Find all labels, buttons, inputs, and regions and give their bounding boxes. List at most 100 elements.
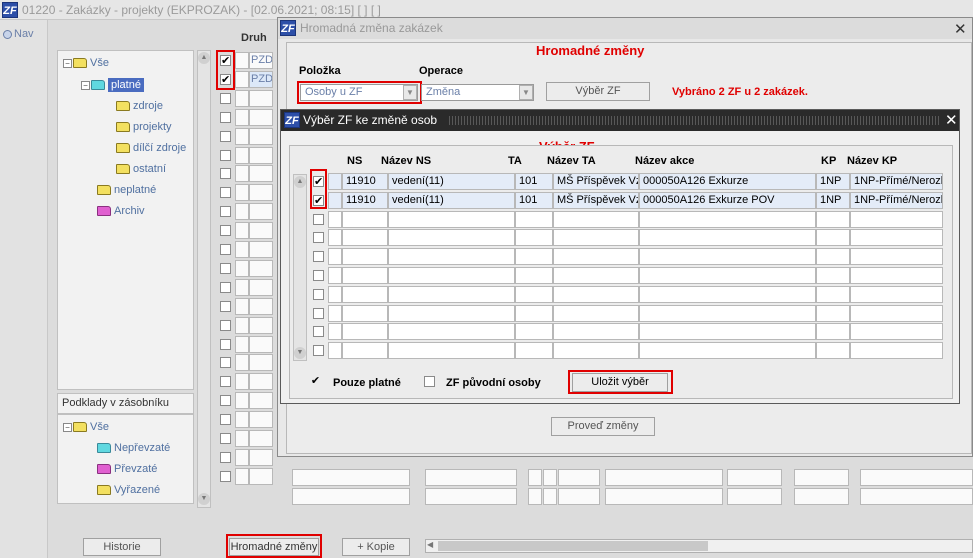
main-grid-row[interactable] [217, 335, 273, 353]
table-row[interactable] [311, 229, 943, 247]
table-row[interactable]: 11910vedení(11)101MŠ Příspěvek Vz000050A… [311, 191, 943, 209]
row-checkbox[interactable] [313, 232, 324, 244]
row-checkbox[interactable] [313, 213, 324, 225]
row-checkbox[interactable] [220, 451, 231, 463]
close-icon[interactable]: ✕ [945, 111, 958, 129]
row-checkbox[interactable] [313, 251, 324, 263]
row-checkbox[interactable] [220, 187, 231, 199]
row-checkbox[interactable] [220, 357, 231, 369]
table-row[interactable] [311, 285, 943, 303]
collapse-icon[interactable]: − [63, 58, 72, 68]
collapse-icon[interactable]: − [81, 80, 90, 90]
row-checkbox[interactable] [220, 319, 231, 331]
stock-item-vse[interactable]: − Vše [63, 421, 109, 433]
main-grid-row[interactable] [217, 127, 273, 145]
horizontal-scrollbar[interactable]: ◀ [425, 539, 973, 553]
row-checkbox[interactable] [313, 345, 324, 357]
close-icon[interactable]: ✕ [954, 20, 967, 38]
nav-label: Nav [14, 28, 34, 40]
row-checkbox[interactable] [220, 395, 231, 407]
highlight-hromadne-zmeny [226, 534, 322, 558]
tree-item-neplatne[interactable]: neplatné [97, 184, 156, 196]
stock-item-neprevzate[interactable]: Nepřevzaté [97, 442, 170, 454]
table-row[interactable] [311, 210, 943, 228]
main-grid-scrollbar[interactable] [197, 50, 211, 508]
row-checkbox[interactable] [220, 470, 231, 482]
tree-item-projekty[interactable]: projekty [116, 121, 172, 133]
main-grid-row[interactable] [217, 259, 273, 277]
stock-item-prevzate[interactable]: Převzaté [97, 463, 157, 475]
tree-item-dilci-zdroje[interactable]: dílčí zdroje [116, 142, 186, 154]
tree-item-platne[interactable]: − platné [81, 78, 144, 92]
zf-puvodni-checkbox[interactable] [424, 376, 435, 387]
table-row[interactable] [311, 248, 943, 266]
main-grid-row[interactable] [217, 108, 273, 126]
scroll-thumb[interactable] [438, 541, 708, 551]
main-grid-row[interactable] [217, 222, 273, 240]
table-row[interactable]: 11910vedení(11)101MŠ Příspěvek Vz000050A… [311, 173, 943, 190]
main-grid-row[interactable] [217, 165, 273, 183]
nav-radio[interactable] [3, 30, 12, 39]
scroll-up-icon[interactable]: ▲ [198, 52, 210, 64]
main-grid-row[interactable] [217, 467, 273, 485]
row-checkbox[interactable] [220, 206, 231, 218]
row-checkbox[interactable] [220, 168, 231, 180]
table-row[interactable] [311, 323, 943, 341]
main-grid-row[interactable] [217, 354, 273, 372]
row-checkbox[interactable] [220, 111, 231, 123]
row-checkbox[interactable] [313, 326, 324, 338]
row-checkbox[interactable] [220, 149, 231, 161]
chevron-down-icon[interactable]: ▼ [519, 85, 533, 100]
historie-button[interactable]: Historie [83, 538, 161, 556]
kopie-button[interactable]: + Kopie [342, 538, 410, 556]
row-checkbox[interactable] [220, 281, 231, 293]
select-grid-scrollbar[interactable] [293, 174, 307, 361]
row-checkbox[interactable] [220, 244, 231, 255]
vyber-zf-button[interactable]: Výběr ZF [546, 82, 650, 101]
table-row[interactable] [311, 304, 943, 322]
row-checkbox[interactable] [220, 92, 231, 104]
scroll-up-icon[interactable]: ▲ [294, 176, 306, 188]
main-grid-row[interactable] [217, 392, 273, 410]
main-grid-row[interactable] [217, 411, 273, 429]
row-checkbox[interactable] [220, 300, 231, 312]
main-grid-row[interactable] [217, 241, 273, 258]
main-grid-row[interactable] [217, 373, 273, 391]
cell-nazev-akce [639, 267, 816, 284]
tree-item-archiv[interactable]: Archiv [97, 205, 145, 217]
main-grid-row[interactable] [217, 89, 273, 107]
row-checkbox[interactable] [313, 307, 324, 319]
operace-select[interactable]: Změna ▼ [421, 84, 534, 101]
collapse-icon[interactable]: − [63, 422, 72, 432]
row-checkbox[interactable] [220, 376, 231, 388]
row-checkbox[interactable] [220, 225, 231, 237]
main-grid-row[interactable] [217, 297, 273, 315]
main-grid-row[interactable] [217, 203, 273, 221]
main-grid-row[interactable] [217, 430, 273, 447]
scroll-left-icon[interactable]: ◀ [427, 540, 433, 549]
table-row[interactable] [311, 267, 943, 284]
tree-item-zdroje[interactable]: zdroje [116, 100, 163, 112]
row-checkbox[interactable] [220, 433, 231, 444]
row-checkbox[interactable] [220, 338, 231, 350]
pouze-platne-checkbox[interactable] [310, 376, 321, 387]
tree-item-ostatni[interactable]: ostatní [116, 163, 166, 175]
main-grid-row[interactable] [217, 278, 273, 296]
stock-item-vyrazene[interactable]: Vyřazené [97, 484, 160, 496]
tree-item-vse[interactable]: − Vše [63, 57, 109, 69]
proved-zmeny-button[interactable]: Proveď změny [551, 417, 655, 436]
row-checkbox[interactable] [313, 288, 324, 300]
druh-cell [249, 165, 273, 183]
cell-nazev-akce: 000050A126 Exkurze [639, 173, 816, 190]
scroll-down-icon[interactable]: ▼ [198, 493, 210, 505]
main-grid-row[interactable] [217, 448, 273, 466]
main-grid-row[interactable] [217, 316, 273, 334]
row-checkbox[interactable] [220, 130, 231, 142]
row-checkbox[interactable] [220, 262, 231, 274]
scroll-down-icon[interactable]: ▼ [294, 347, 306, 359]
main-grid-row[interactable] [217, 184, 273, 202]
row-checkbox[interactable] [220, 414, 231, 426]
main-grid-row[interactable] [217, 146, 273, 164]
table-row[interactable] [311, 342, 943, 360]
row-checkbox[interactable] [313, 270, 324, 281]
